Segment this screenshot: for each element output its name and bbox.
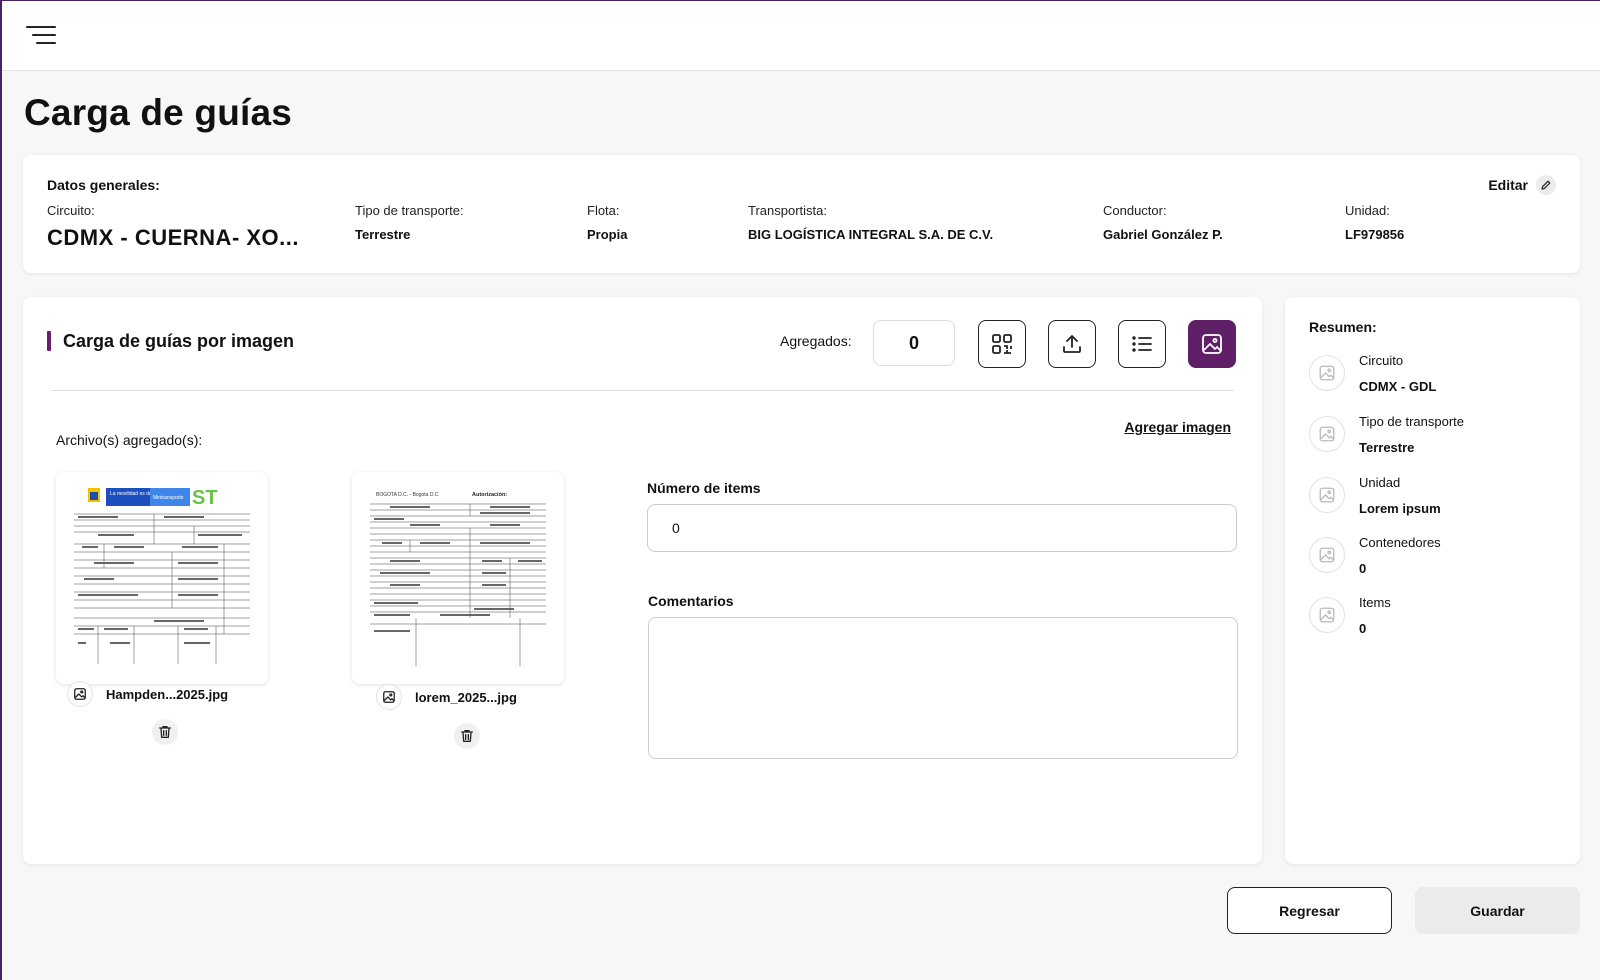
list-mode-button[interactable] — [1118, 320, 1166, 368]
file-row-1: Hampden...2025.jpg — [68, 682, 228, 706]
window-frame-left — [0, 0, 2, 980]
summary-containers-label: Contenedores — [1359, 535, 1441, 550]
comments-textarea[interactable] — [648, 617, 1238, 759]
preview-ministry-text: Mintransporte — [153, 495, 184, 501]
field-carrier-label: Transportista: — [748, 203, 827, 218]
summary-circuit-label: Circuito — [1359, 353, 1404, 368]
summary-heading: Resumen: — [1309, 319, 1377, 335]
save-button[interactable]: Guardar — [1415, 887, 1580, 934]
field-circuit-label: Circuito: — [47, 203, 95, 218]
delete-file-2-button[interactable] — [454, 723, 480, 749]
summary-items-label: Items — [1359, 595, 1391, 610]
preview-logo-text: ST — [192, 487, 218, 509]
upload-card: Carga de guías por imagen Agregados: 0 A… — [23, 297, 1262, 864]
field-fleet-label: Flota: — [587, 203, 620, 218]
general-data-card: Datos generales: Editar Circuito: CDMX -… — [23, 155, 1580, 273]
field-driver-value: Gabriel González P. — [1103, 227, 1223, 242]
image-icon — [1202, 334, 1222, 354]
file-name-1: Hampden...2025.jpg — [106, 686, 229, 702]
delete-file-1-button[interactable] — [152, 719, 178, 745]
field-transport-type-label: Tipo de transporte: — [355, 203, 464, 218]
field-unit-label: Unidad: — [1345, 203, 1390, 218]
field-fleet-value: Propia — [587, 227, 628, 242]
preview-header-left: BOGOTA D.C. - Bogota D.C — [376, 492, 439, 498]
trash-icon — [461, 730, 473, 742]
section-divider — [51, 390, 1234, 391]
added-count-label: Agregados: — [780, 333, 852, 349]
back-button[interactable]: Regresar — [1227, 887, 1392, 934]
field-carrier-value: BIG LOGÍSTICA INTEGRAL S.A. DE C.V. — [748, 227, 994, 242]
summary-transport-type-value: Terrestre — [1359, 440, 1415, 455]
field-driver: Conductor: Gabriel González P. — [1103, 203, 1223, 242]
file-image-icon — [68, 682, 92, 706]
items-number-label: Número de items — [647, 480, 761, 496]
field-fleet: Flota: Propia — [587, 203, 627, 242]
file-image-icon — [377, 685, 401, 709]
image-placeholder-icon — [1309, 416, 1345, 452]
edit-label: Editar — [1488, 177, 1528, 193]
document-preview-2: BOGOTA D.C. - Bogota D.C Autorización: — [370, 492, 546, 666]
comments-label: Comentarios — [648, 593, 734, 609]
field-transport-type: Tipo de transporte: Terrestre — [355, 203, 464, 242]
image-placeholder-icon — [1309, 355, 1345, 391]
qr-scan-button[interactable] — [978, 320, 1026, 368]
section-accent-bar — [47, 331, 51, 351]
summary-items-value: 0 — [1359, 621, 1367, 636]
field-circuit-value: CDMX - CUERNA- XO... — [47, 225, 299, 250]
field-carrier: Transportista: BIG LOGÍSTICA INTEGRAL S.… — [748, 203, 993, 242]
field-transport-type-value: Terrestre — [355, 227, 411, 242]
file-name-2: lorem_2025...jpg — [415, 689, 517, 705]
file-row-2: lorem_2025...jpg — [377, 685, 517, 709]
summary-unit-label: Unidad — [1359, 475, 1401, 490]
image-placeholder-icon — [1309, 597, 1345, 633]
summary-card: Resumen: Circuito CDMX - GDL Tipo de tra… — [1285, 297, 1580, 864]
image-mode-button[interactable] — [1188, 320, 1236, 368]
image-placeholder-icon — [1309, 537, 1345, 573]
upload-icon — [1063, 335, 1081, 353]
added-count-value: 0 — [873, 320, 955, 366]
files-added-label: Archivo(s) agregado(s): — [56, 432, 203, 448]
qr-code-icon — [992, 334, 1012, 354]
items-number-input[interactable]: 0 — [647, 504, 1237, 552]
file-thumbnail-1[interactable]: La movilidad es de todos Mintransporte S… — [56, 472, 268, 684]
file-thumbnail-2[interactable]: BOGOTA D.C. - Bogota D.C Autorización: — [352, 472, 564, 684]
upload-section-title: Carga de guías por imagen — [63, 331, 295, 351]
edit-button[interactable]: Editar — [1488, 175, 1556, 195]
pencil-icon — [1536, 175, 1556, 195]
field-unit-value: LF979856 — [1345, 227, 1405, 242]
field-unit: Unidad: LF979856 — [1345, 203, 1404, 242]
trash-icon — [159, 726, 171, 738]
summary-transport-type-label: Tipo de transporte — [1359, 414, 1465, 429]
hamburger-menu-icon[interactable] — [24, 23, 58, 47]
upload-file-button[interactable] — [1048, 320, 1096, 368]
page-title: Carga de guías — [24, 92, 293, 133]
summary-unit-value: Lorem ipsum — [1359, 501, 1441, 516]
document-preview-1: La movilidad es de todos Mintransporte S… — [74, 487, 250, 664]
list-icon — [1132, 336, 1152, 352]
summary-containers-value: 0 — [1359, 561, 1367, 576]
field-circuit: Circuito: CDMX - CUERNA- XO... — [47, 203, 299, 251]
top-bar — [2, 1, 1600, 71]
preview-header-right: Autorización: — [472, 492, 507, 498]
add-image-link[interactable]: Agregar imagen — [1124, 419, 1231, 435]
image-placeholder-icon — [1309, 477, 1345, 513]
summary-circuit-value: CDMX - GDL — [1359, 379, 1437, 394]
field-driver-label: Conductor: — [1103, 203, 1167, 218]
general-data-heading: Datos generales: — [47, 177, 160, 193]
